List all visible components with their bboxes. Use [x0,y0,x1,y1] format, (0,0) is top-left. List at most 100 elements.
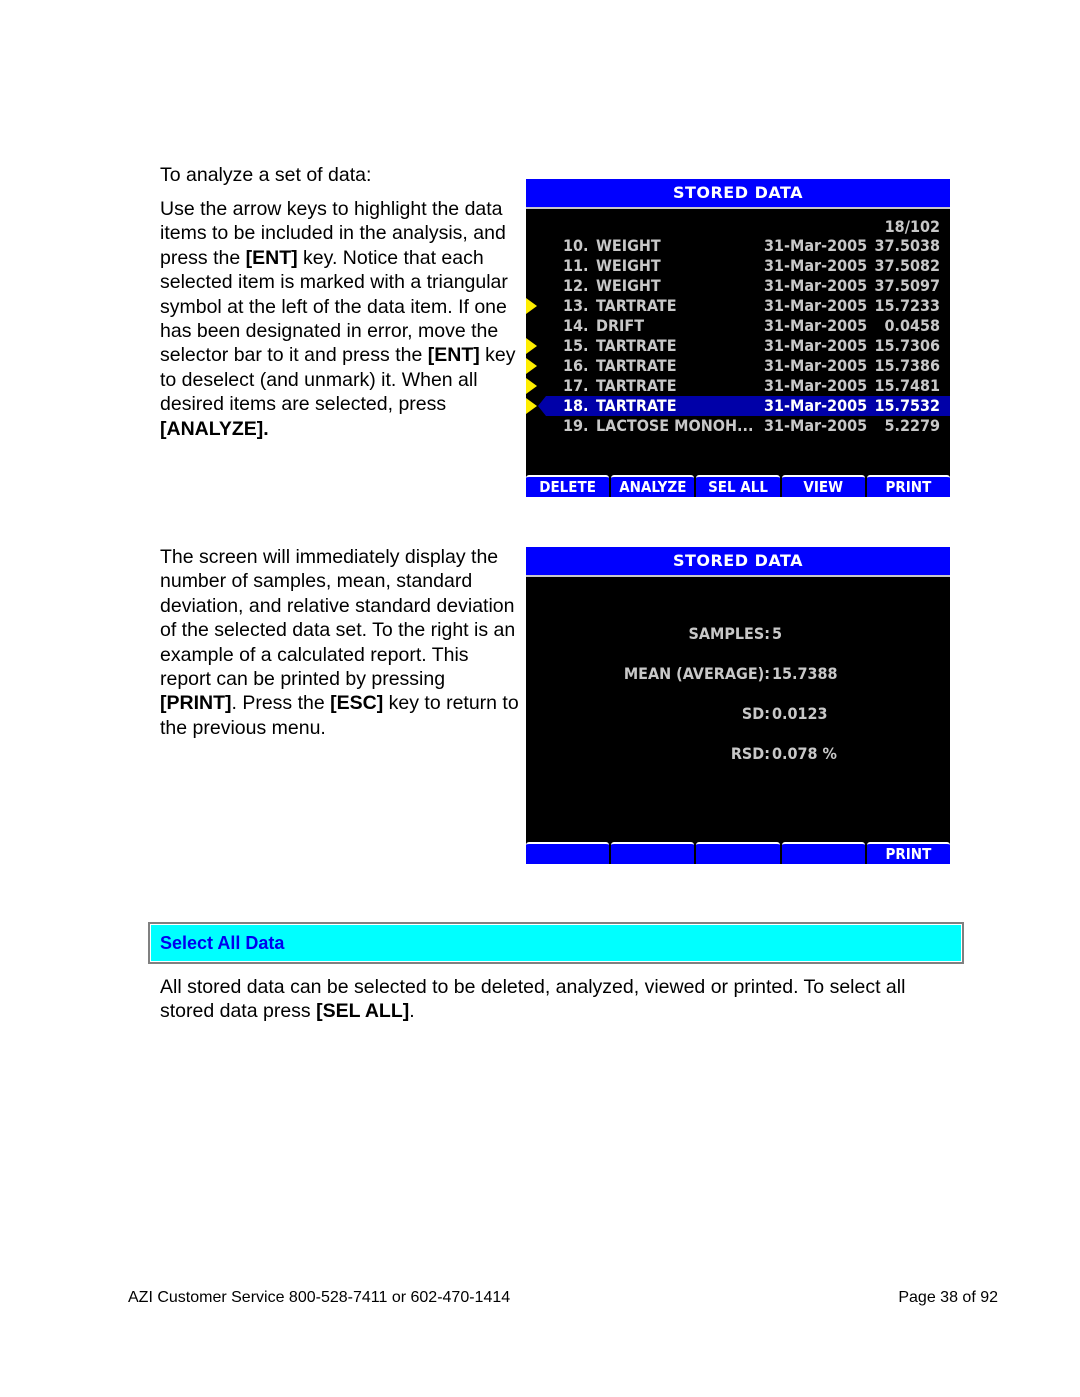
item-name: TARTRATE [596,356,677,375]
stored-data-list-screen: STORED DATA 18/102 10. WEIGHT 31-Mar-2005 3… [526,179,951,497]
softkey-analyze[interactable]: ANALYZE [611,475,695,497]
item-date: 31-Mar-2005 [764,356,868,375]
list-item[interactable]: 17. TARTRATE 31-Mar-2005 15.7481 [526,376,950,396]
item-name: DRIFT [596,316,645,335]
item-name: WEIGHT [596,236,661,255]
item-name: TARTRATE [596,376,677,395]
item-number: 16. [563,356,589,375]
softkey-print[interactable]: PRINT [866,842,951,864]
text-run: The screen will immediately display the … [160,546,516,691]
stat-row: RSD: 0.078 % [526,743,950,765]
key-reference: [PRINT] [160,692,232,715]
selected-marker-icon [526,398,537,414]
stat-label: SAMPLES: [688,624,770,643]
item-name: WEIGHT [596,256,661,275]
selected-marker-icon [526,338,537,354]
item-name: TARTRATE [596,396,677,415]
item-number: 15. [563,336,589,355]
intro-paragraph: Use the arrow keys to highlight the data… [160,197,520,441]
text-run: . [409,1000,415,1023]
report-paragraph: The screen will immediately display the … [160,545,520,740]
list-item[interactable]: 10. WEIGHT 31-Mar-2005 37.5038 [526,236,950,256]
item-number: 12. [563,276,589,295]
softkey-bar: PRINT [526,842,951,864]
softkey-delete[interactable]: DELETE [526,475,610,497]
key-reference: [ANALYZE]. [160,417,269,440]
item-number: 14. [563,316,589,335]
list-item[interactable]: 19. LACTOSE MONOH... 31-Mar-2005 5.2279 [526,416,950,436]
item-date: 31-Mar-2005 [764,376,868,395]
key-reference: [ENT] [427,344,480,367]
softkey-sel-all[interactable]: SEL ALL [696,475,780,497]
item-name: TARTRATE [596,336,677,355]
stat-row: SAMPLES: 5 [526,623,950,645]
key-reference: [ESC] [330,692,384,715]
selected-marker-icon [526,358,537,374]
item-value: 37.5097 [874,276,940,295]
list-item[interactable]: 15. TARTRATE 31-Mar-2005 15.7306 [526,336,950,356]
key-reference: [ENT] [245,246,298,269]
item-number: 18. [563,396,589,415]
item-date: 31-Mar-2005 [764,296,868,315]
softkey-bar: DELETE ANALYZE SEL ALL VIEW PRINT [526,475,951,497]
softkey-blank[interactable] [611,842,695,864]
section-title: Select All Data [160,933,285,953]
item-value: 37.5038 [874,236,940,255]
key-reference: [SEL ALL] [316,1000,410,1023]
item-value: 15.7481 [874,376,940,395]
text-run: . Press the [231,692,331,715]
stat-value: 15.7388 [772,664,838,683]
screen-title: STORED DATA [526,179,950,209]
list-item[interactable]: 12. WEIGHT 31-Mar-2005 37.5097 [526,276,950,296]
item-name: TARTRATE [596,296,677,315]
selected-marker-icon [526,298,537,314]
item-number: 19. [563,416,589,435]
softkey-view[interactable]: VIEW [781,475,865,497]
stat-label: RSD: [730,744,770,763]
softkey-print[interactable]: PRINT [866,475,951,497]
item-value: 15.7386 [874,356,940,375]
item-date: 31-Mar-2005 [764,236,868,255]
list-item-selected[interactable]: 18. TARTRATE 31-Mar-2005 15.7532 [526,396,950,416]
softkey-blank[interactable] [781,842,865,864]
item-number: 17. [563,376,589,395]
item-name: LACTOSE MONOH... [596,416,754,435]
item-number: 13. [563,296,589,315]
list-item[interactable]: 11. WEIGHT 31-Mar-2005 37.5082 [526,256,950,276]
stat-value: 0.078 % [772,744,837,763]
stat-label: SD: [741,704,770,723]
stat-value: 0.0123 [772,704,828,723]
screen-title: STORED DATA [526,547,950,577]
item-value: 15.7306 [874,336,940,355]
list-item[interactable]: 13. TARTRATE 31-Mar-2005 15.7233 [526,296,950,316]
item-number: 11. [563,256,589,275]
stat-value: 5 [772,624,783,643]
item-value: 15.7233 [874,296,940,315]
stored-data-report-screen: STORED DATA SAMPLES: 5 MEAN (AVERAGE): 15.7… [526,547,951,864]
list-item[interactable]: 16. TARTRATE 31-Mar-2005 15.7386 [526,356,950,376]
section-header: Select All Data [148,922,964,964]
item-date: 31-Mar-2005 [764,336,868,355]
item-number: 10. [563,236,589,255]
item-date: 31-Mar-2005 [764,276,868,295]
footer-customer-service: AZI Customer Service 800-528-7411 or 602… [128,1289,511,1306]
stat-row: SD: 0.0123 [526,703,950,725]
select-all-paragraph: All stored data can be selected to be de… [160,975,960,1024]
record-counter: 18/102 [884,217,940,236]
item-date: 31-Mar-2005 [764,416,868,435]
text-run: All stored data can be selected to be de… [160,976,906,1023]
softkey-blank[interactable] [696,842,780,864]
item-date: 31-Mar-2005 [764,396,868,415]
stat-label: MEAN (AVERAGE): [623,664,770,683]
item-value: 0.0458 [884,316,940,335]
item-date: 31-Mar-2005 [764,256,868,275]
item-value: 5.2279 [884,416,940,435]
intro-title: To analyze a set of data: [160,164,372,186]
stat-row: MEAN (AVERAGE): 15.7388 [526,663,950,685]
item-date: 31-Mar-2005 [764,316,868,335]
item-name: WEIGHT [596,276,661,295]
item-value: 37.5082 [874,256,940,275]
softkey-blank[interactable] [526,842,610,864]
footer-page-number: Page 38 of 92 [898,1289,998,1306]
list-item[interactable]: 14. DRIFT 31-Mar-2005 0.0458 [526,316,950,336]
